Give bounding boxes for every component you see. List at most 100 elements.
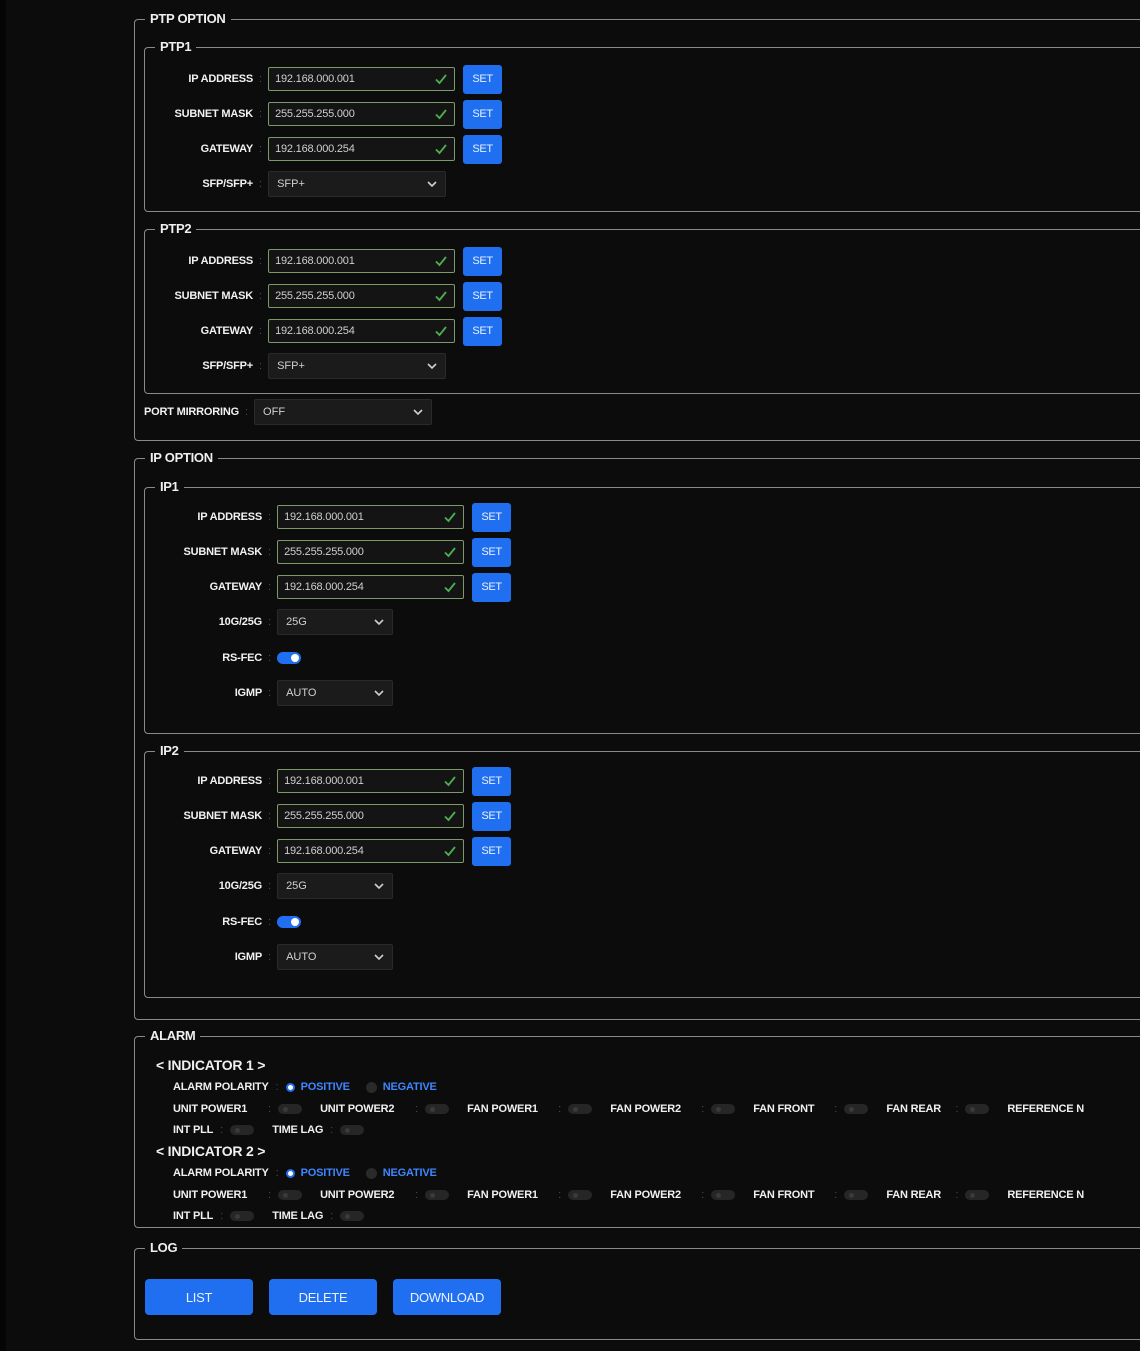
subnet-mask-input[interactable]: 255.255.255.000 [268,284,456,308]
set-button[interactable]: SET [463,64,503,94]
fan-power1-toggle[interactable] [568,1190,593,1200]
sfp-label: SFP/SFP+ [202,178,253,190]
time-lag-toggle[interactable] [340,1125,365,1135]
fan-rear-toggle[interactable] [965,1104,990,1114]
rsfec-toggle[interactable] [277,916,302,928]
check-icon [435,291,447,302]
alarm-item-reference: REFERENCE N [1007,1189,1085,1201]
gateway-input[interactable]: 192.168.000.254 [268,319,456,343]
sfp-select[interactable]: SFP+ [268,171,447,197]
fan-power1-toggle[interactable] [568,1104,593,1114]
gateway-label: GATEWAY [200,143,254,155]
set-button[interactable]: SET [463,246,503,276]
subnet-mask-input[interactable]: 255.255.255.000 [268,102,456,126]
set-button[interactable]: SET [472,801,512,831]
fan-front-toggle[interactable] [844,1104,869,1114]
check-icon [435,109,447,120]
negative-radio[interactable] [365,1167,377,1179]
set-button[interactable]: SET [463,99,503,129]
time-lag-toggle[interactable] [340,1211,365,1221]
speed-value: 25G [286,616,307,628]
subnet-mask-label: SUBNET MASK [174,290,254,302]
unit-power1-toggle[interactable] [278,1104,303,1114]
ip-address-label: IP ADDRESS [188,255,253,267]
unit-power2-toggle[interactable] [425,1190,450,1200]
ip-address-input[interactable]: 192.168.000.001 [268,249,456,273]
ip-address-value: 192.168.000.001 [275,73,355,85]
unit-power2-toggle[interactable] [425,1104,450,1114]
subnet-mask-input[interactable]: 255.255.255.000 [277,804,465,828]
set-button[interactable]: SET [472,766,512,796]
set-button[interactable]: SET [463,316,503,346]
sfp-select[interactable]: SFP+ [268,353,447,379]
gateway-value: 192.168.000.254 [284,845,364,857]
speed-label: 10G/25G [218,616,262,628]
check-icon [444,547,456,558]
subnet-mask-input[interactable]: 255.255.255.000 [277,540,465,564]
subnet-mask-label: SUBNET MASK [174,108,254,120]
set-button[interactable]: SET [463,134,503,164]
settings-page: PTP OPTION PTP1 IP ADDRESS : 192.168.000… [6,0,1140,1351]
positive-radio[interactable] [285,1168,295,1178]
positive-label: POSITIVE [300,1081,350,1093]
fan-power2-toggle[interactable] [711,1104,736,1114]
alarm-item-time-lag: TIME LAG [272,1210,324,1222]
rsfec-toggle[interactable] [277,652,302,664]
set-button[interactable]: SET [472,502,512,532]
chevron-down-icon [374,882,384,889]
delete-button[interactable]: DELETE [269,1279,377,1315]
ip1-section: IP1 IP ADDRESS : 192.168.000.001 SET SUB… [144,479,1140,734]
chevron-down-icon [427,362,437,369]
igmp-select[interactable]: AUTO [277,944,394,970]
set-button[interactable]: SET [472,836,512,866]
ptp1-section: PTP1 IP ADDRESS : 192.168.000.001 SET SU… [144,39,1140,212]
gateway-value: 192.168.000.254 [275,143,355,155]
alarm-polarity-label: ALARM POLARITY [173,1081,269,1093]
alarm-item-fan-rear: FAN REAR [886,1103,941,1115]
list-button[interactable]: LIST [145,1279,253,1315]
alarm-item-fan-front: FAN FRONT [753,1103,815,1115]
positive-radio[interactable] [285,1082,295,1092]
port-mirroring-select[interactable]: OFF [254,399,433,425]
rsfec-label: RS-FEC [222,652,262,664]
gateway-input[interactable]: 192.168.000.254 [277,839,465,863]
subnet-mask-label: SUBNET MASK [183,546,263,558]
igmp-label: IGMP [234,951,263,963]
ip-address-value: 192.168.000.001 [284,775,364,787]
gateway-input[interactable]: 192.168.000.254 [268,137,456,161]
ip-address-input[interactable]: 192.168.000.001 [268,67,456,91]
ptp-option-section: PTP OPTION PTP1 IP ADDRESS : 192.168.000… [134,11,1140,441]
fan-power2-toggle[interactable] [711,1190,736,1200]
negative-radio[interactable] [365,1081,377,1093]
alarm-item-unit-power2: UNIT POWER2 [320,1189,395,1201]
int-pll-toggle[interactable] [230,1211,255,1221]
ip-address-input[interactable]: 192.168.000.001 [277,769,465,793]
ip-option-section: IP OPTION IP1 IP ADDRESS : 192.168.000.0… [134,450,1140,1020]
unit-power1-toggle[interactable] [278,1190,303,1200]
gateway-input[interactable]: 192.168.000.254 [277,575,465,599]
ip-address-input[interactable]: 192.168.000.001 [277,505,465,529]
int-pll-toggle[interactable] [230,1125,255,1135]
igmp-select[interactable]: AUTO [277,680,394,706]
ptp2-title: PTP2 [155,221,197,237]
set-button[interactable]: SET [463,281,503,311]
speed-select[interactable]: 25G [277,873,394,899]
fan-rear-toggle[interactable] [965,1190,990,1200]
chevron-down-icon [374,689,384,696]
ip-option-title: IP OPTION [145,450,218,466]
speed-select[interactable]: 25G [277,609,394,635]
check-icon [444,582,456,593]
set-button[interactable]: SET [472,537,512,567]
set-button[interactable]: SET [472,572,512,602]
alarm-item-fan-power2: FAN POWER2 [610,1103,681,1115]
igmp-label: IGMP [234,687,263,699]
igmp-value: AUTO [286,951,317,963]
download-button[interactable]: DOWNLOAD [393,1279,501,1315]
chevron-down-icon [374,953,384,960]
alarm-item-reference: REFERENCE N [1007,1103,1085,1115]
fan-front-toggle[interactable] [844,1190,869,1200]
check-icon [444,846,456,857]
check-icon [435,74,447,85]
ip-address-value: 192.168.000.001 [275,255,355,267]
subnet-mask-value: 255.255.255.000 [284,546,364,558]
